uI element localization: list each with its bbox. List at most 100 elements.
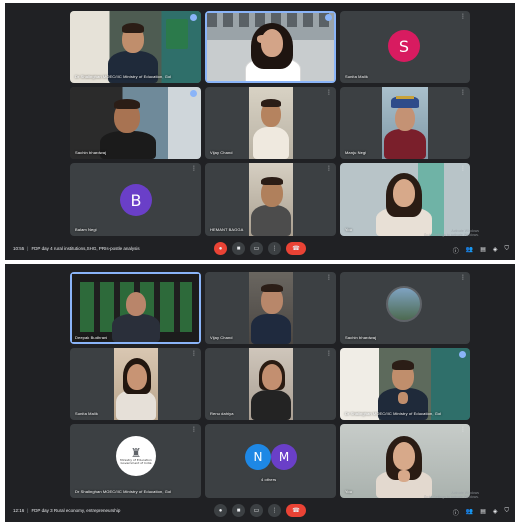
participant-name: Sunita Malik: [75, 411, 98, 416]
participant-name: HEMANT BAGGA: [210, 227, 244, 232]
more-options-icon[interactable]: ⋮: [460, 14, 466, 20]
participant-video: [249, 163, 293, 236]
participant-tile[interactable]: ⋮ Sachin bhardwaj: [340, 272, 470, 344]
more-options-icon[interactable]: ⋮: [326, 90, 332, 96]
participant-name: Dr Shalinghan MOEC/IIC Ministry of Educa…: [75, 489, 172, 494]
info-icon[interactable]: ⓘ: [453, 246, 459, 255]
info-icon[interactable]: ⓘ: [453, 508, 459, 517]
participant-tile[interactable]: ⋮ You: [340, 424, 470, 498]
camera-icon[interactable]: ■: [232, 242, 245, 255]
more-options-icon[interactable]: ⋮: [326, 166, 332, 172]
more-options-icon[interactable]: ⋮: [268, 504, 281, 517]
participant-video: [207, 13, 334, 81]
participant-name: Vijay Chand: [210, 150, 233, 155]
more-options-icon[interactable]: ⋮: [326, 275, 332, 281]
meeting-title: FDP day 3 Rural economy, entrepreneurshi…: [31, 508, 121, 513]
participant-name: Dr Shalinghan MOEC/IIC Ministry of Educa…: [75, 74, 172, 79]
end-call-icon[interactable]: ☎: [286, 242, 306, 255]
people-icon[interactable]: 👥: [466, 508, 473, 517]
participant-tile[interactable]: Deepak Budhrani: [70, 272, 201, 344]
more-options-icon[interactable]: ⋮: [460, 166, 466, 172]
participant-video: [249, 348, 293, 420]
chat-icon[interactable]: ▤: [480, 508, 486, 517]
participant-video: [114, 348, 158, 420]
participant-tile[interactable]: Dr Shalinghan MOEC/IIC Ministry of Educa…: [70, 11, 201, 83]
participant-video: [70, 11, 201, 83]
participant-tile[interactable]: B ⋮ Balam Negi: [70, 163, 201, 236]
activities-icon[interactable]: ◈: [493, 246, 498, 255]
meeting-info: 12:16 | FDP day 3 Rural economy, entrepren…: [13, 508, 121, 513]
end-call-icon[interactable]: ☎: [286, 504, 306, 517]
participant-video: [382, 87, 428, 159]
participant-video: [72, 274, 199, 342]
meeting-time: 10:55: [13, 246, 25, 251]
participant-tile[interactable]: ⋮ Sunita Malik: [70, 348, 201, 420]
people-icon[interactable]: 👥: [466, 246, 473, 255]
participant-tile[interactable]: ⋮ Vijay Chand: [205, 87, 336, 159]
participant-name: You: [345, 489, 353, 494]
shield-icon[interactable]: ⛉: [504, 508, 509, 517]
avatar: S: [388, 30, 420, 62]
meeting-toolbar: 12:16 | FDP day 3 Rural economy, entrepren…: [5, 500, 515, 522]
participant-tile[interactable]: Dr Shalinghan MOEC/IIC Ministry of Educa…: [340, 348, 470, 420]
meeting-title: FDP day 4 rural institutions,SHG, PRIs-p…: [31, 246, 140, 251]
participant-name: Deepak Budhrani: [75, 335, 108, 340]
participant-video: [340, 163, 470, 236]
participant-name: Sunita Malik: [345, 74, 368, 79]
participant-tile[interactable]: Sachin bhardwaj: [70, 87, 201, 159]
participant-video: [340, 348, 470, 420]
mic-icon[interactable]: ●: [214, 504, 227, 517]
others-count: 4 others: [261, 477, 277, 482]
more-options-icon[interactable]: ⋮: [191, 351, 197, 357]
participant-name: Manju Negi: [345, 150, 367, 155]
present-icon[interactable]: ▭: [250, 504, 263, 517]
side-panel-icons: ⓘ 👥 ▤ ◈ ⛉: [453, 246, 509, 255]
participant-tile[interactable]: ⋮ Renu dahiya: [205, 348, 336, 420]
participant-video: [340, 424, 470, 498]
more-options-icon[interactable]: ⋮: [460, 90, 466, 96]
participant-tile[interactable]: N M 4 others: [205, 424, 336, 498]
side-panel-icons: ⓘ 👥 ▤ ◈ ⛉: [453, 508, 509, 517]
participant-tile[interactable]: ⋮ Manju Negi: [340, 87, 470, 159]
more-options-icon[interactable]: ⋮: [460, 275, 466, 281]
participant-tile[interactable]: ♜ Ministry of Education Government of In…: [70, 424, 201, 498]
more-options-icon[interactable]: ⋮: [268, 242, 281, 255]
participant-name: You: [345, 227, 353, 232]
participant-name: Vijay Chand: [210, 335, 233, 340]
call-controls: ● ■ ▭ ⋮ ☎: [214, 504, 306, 517]
participant-name: Dr Shalinghan MOEC/IIC Ministry of Educa…: [345, 411, 442, 416]
meeting-toolbar: 10:55 | FDP day 4 rural institutions,SHG, …: [5, 238, 515, 260]
more-options-icon[interactable]: ⋮: [326, 351, 332, 357]
camera-icon[interactable]: ■: [232, 504, 245, 517]
activities-icon[interactable]: ◈: [493, 508, 498, 517]
more-options-icon[interactable]: ⋮: [191, 166, 197, 172]
emblem-icon: ♜: [130, 445, 142, 460]
chat-icon[interactable]: ▤: [480, 246, 486, 255]
meet-screenshot-bottom: Deepak Budhrani ⋮ Vijay Chand ⋮ Sachin b…: [5, 264, 515, 522]
participant-tile[interactable]: ⋮ HEMANT BAGGA: [205, 163, 336, 236]
avatar: M: [271, 444, 297, 470]
participant-tile[interactable]: ⋮ Vijay Chand: [205, 272, 336, 344]
shield-icon[interactable]: ⛉: [504, 246, 509, 255]
more-options-icon[interactable]: ⋮: [191, 427, 197, 433]
active-speaker-icon: [190, 14, 197, 21]
participant-video: [249, 87, 293, 159]
cropped-heading-fragment: [128, 0, 140, 1]
meet-screenshot-top: Dr Shalinghan MOEC/IIC Ministry of Educa…: [5, 3, 515, 260]
avatar: B: [120, 184, 152, 216]
call-controls: ● ■ ▭ ⋮ ☎: [214, 242, 306, 255]
meeting-info: 10:55 | FDP day 4 rural institutions,SHG, …: [13, 246, 140, 251]
avatar: N: [245, 444, 271, 470]
participant-name: Sachin bhardwaj: [75, 150, 107, 155]
windows-activation-watermark: Activate Windows Go to Settings to activ…: [423, 491, 479, 499]
more-options-icon[interactable]: ⋮: [460, 427, 466, 433]
participant-video: [249, 272, 293, 344]
avatar: [386, 286, 422, 322]
participant-video: [70, 87, 201, 159]
participant-tile[interactable]: S ⋮ Sunita Malik: [340, 11, 470, 83]
active-speaker-icon: [190, 90, 197, 97]
participant-tile[interactable]: [205, 11, 336, 83]
participant-tile[interactable]: ⋮ You: [340, 163, 470, 236]
mic-icon[interactable]: ●: [214, 242, 227, 255]
present-icon[interactable]: ▭: [250, 242, 263, 255]
